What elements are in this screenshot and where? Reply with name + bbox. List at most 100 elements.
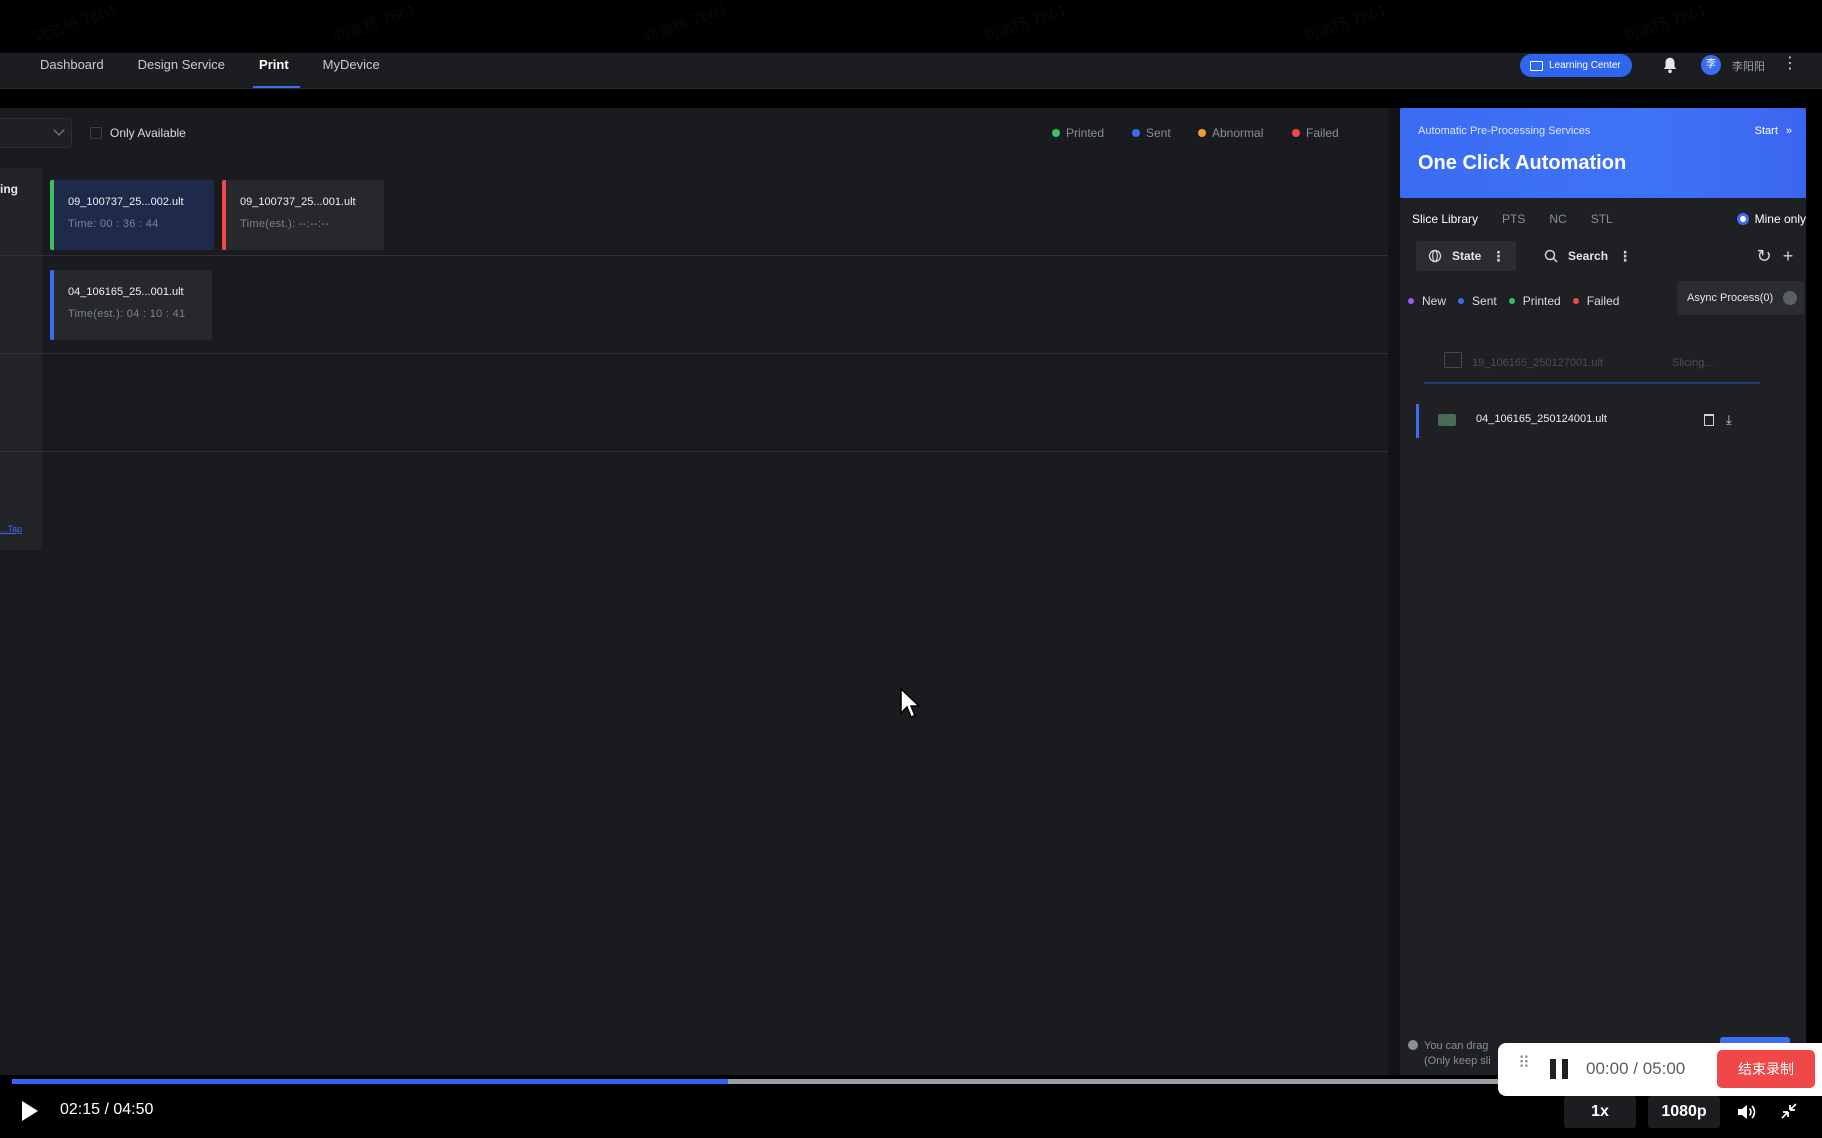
status-label: New [1422,294,1447,308]
nav-dashboard[interactable]: Dashboard [40,53,121,89]
legend-label: Printed [1066,126,1105,140]
start-label: Start [1754,125,1778,137]
selected-accent [1416,404,1419,438]
banner-start-button[interactable]: Start » [1755,125,1792,137]
only-available-filter[interactable]: Only Available [90,126,186,140]
tab-nc[interactable]: NC [1549,212,1566,226]
status-new: New [1408,294,1446,308]
slice-library-panel: Automatic Pre-Processing Services One Cl… [1400,108,1806,1075]
tab-stl[interactable]: STL [1591,212,1613,226]
nav-print[interactable]: Print [253,53,306,89]
printer-row: ...Tap [0,452,1388,550]
state-filter-button[interactable]: State ⋮ [1416,241,1516,271]
print-job-card[interactable]: 09_100737_25...001.ult Time(est.): --:--… [222,180,384,250]
download-icon[interactable]: ⤓ [1726,412,1732,428]
printer-row [0,354,1388,452]
job-name: 04_106165_25...001.ult [68,286,184,298]
legend-dot [1292,129,1300,137]
avatar[interactable]: 李 [1701,55,1721,75]
only-available-checkbox[interactable] [90,127,102,139]
status-dot [1572,298,1579,304]
search-more-icon[interactable]: ⋮ [1618,248,1632,265]
slice-file-item[interactable]: 19_106165_250127001.ult Slicing... [1412,346,1760,386]
status-label: Failed [1586,294,1620,308]
learning-center-button[interactable]: Learning Center [1520,54,1632,77]
automation-banner[interactable]: Automatic Pre-Processing Services One Cl… [1400,108,1806,198]
print-job-card[interactable]: 04_106165_25...001.ult Time(est.): 04 : … [50,270,212,340]
print-queue-panel: Only Available Printed Sent Abnormal Fai… [0,108,1388,1075]
status-label: Printed [1522,294,1561,308]
drag-handle-icon[interactable]: ⠿ [1518,1056,1531,1072]
library-tabs: Slice Library PTS NC STL [1412,212,1613,226]
status-dot [1458,298,1465,304]
printer-label-cell [0,256,42,353]
legend-printed: Printed [1052,126,1104,140]
state-more-icon[interactable]: ⋮ [1491,248,1505,265]
chevron-down-icon [53,124,65,136]
search-label: Search [1568,249,1609,263]
bell-icon[interactable] [1661,56,1679,74]
panel-divider[interactable] [1388,108,1400,1075]
watermark: 刘浩杨 7661 [1299,0,1390,48]
add-icon[interactable]: + [1778,246,1798,266]
video-player-controls: 02:15 / 04:50 1x 1080p [0,1090,1822,1138]
job-time: Time(est.): 04 : 10 : 41 [68,308,186,320]
mine-only-toggle[interactable]: Mine only [1736,212,1806,226]
double-chevron-right-icon: » [1785,125,1792,137]
learning-center-label: Learning Center [1549,60,1621,71]
more-menu-icon[interactable]: ⋮ [1782,55,1798,73]
volume-icon[interactable] [1736,1102,1756,1122]
watermark: 刘浩杨 7661 [1619,0,1710,48]
printer-label-cell: ing [0,168,42,255]
status-sent: Sent [1458,294,1497,308]
status-label: Sent [1472,294,1497,308]
quality-button[interactable]: 1080p [1648,1096,1720,1128]
hint-line-1: You can drag [1424,1040,1489,1052]
job-name: 09_100737_25...002.ult [68,196,184,208]
printer-label-cell [0,354,42,451]
file-name: 04_106165_250124001.ult [1476,413,1607,425]
legend-dot [1198,129,1206,137]
banner-subtitle: Automatic Pre-Processing Services [1418,125,1591,137]
legend-failed: Failed [1292,126,1339,140]
tab-slice-library[interactable]: Slice Library [1412,212,1478,226]
speed-button[interactable]: 1x [1564,1096,1636,1128]
exit-fullscreen-icon[interactable] [1780,1102,1798,1120]
mouse-cursor-icon [900,688,921,718]
search-button[interactable]: Search ⋮ [1540,241,1640,271]
print-job-card[interactable]: 09_100737_25...002.ult Time: 00 : 36 : 4… [50,180,214,250]
tab-pts[interactable]: PTS [1502,212,1525,226]
main-nav: Dashboard Design Service Print MyDevice [40,53,414,89]
stop-recording-button[interactable]: 结束录制 [1717,1050,1815,1088]
job-name: 09_100737_25...001.ult [240,196,356,208]
mine-only-label: Mine only [1754,212,1806,226]
legend-label: Failed [1306,126,1339,140]
status-printed: Printed [1508,294,1561,308]
slice-file-item[interactable]: 04_106165_250124001.ult ⤓ [1416,404,1756,438]
globe-icon [1428,249,1442,263]
pause-recording-icon[interactable] [1550,1059,1570,1079]
mine-only-radio[interactable] [1736,213,1749,225]
video-progress-bar[interactable] [12,1079,1498,1084]
legend-abnormal: Abnormal [1198,126,1263,140]
nav-mydevice[interactable]: MyDevice [323,53,397,89]
nav-design-service[interactable]: Design Service [138,53,242,89]
info-icon [1408,1040,1418,1050]
async-process-toggle[interactable]: Async Process(0) [1677,281,1804,315]
username: 李阳阳 [1732,61,1765,73]
drag-hint: You can drag (Only keep sli [1408,1039,1491,1069]
refresh-icon[interactable]: ↻ [1754,246,1774,266]
play-icon[interactable] [22,1101,38,1121]
printer-select[interactable] [0,118,72,148]
trash-icon[interactable] [1704,414,1714,426]
legend-label: Sent [1146,126,1171,140]
legend-sent: Sent [1132,126,1171,140]
library-toolbar: State ⋮ Search ⋮ ↻ + [1416,241,1796,271]
screen-recorder-widget: ⠿ 00:00 / 05:00 结束录制 [1498,1043,1822,1096]
status-dot [1408,298,1414,304]
watermark: 刘浩杨 7661 [639,0,730,48]
toggle-switch[interactable] [1783,291,1798,305]
video-progress-fill [12,1079,729,1084]
job-time: Time(est.): --:--:-- [240,218,330,230]
printer-link[interactable]: ...Tap [0,524,22,534]
